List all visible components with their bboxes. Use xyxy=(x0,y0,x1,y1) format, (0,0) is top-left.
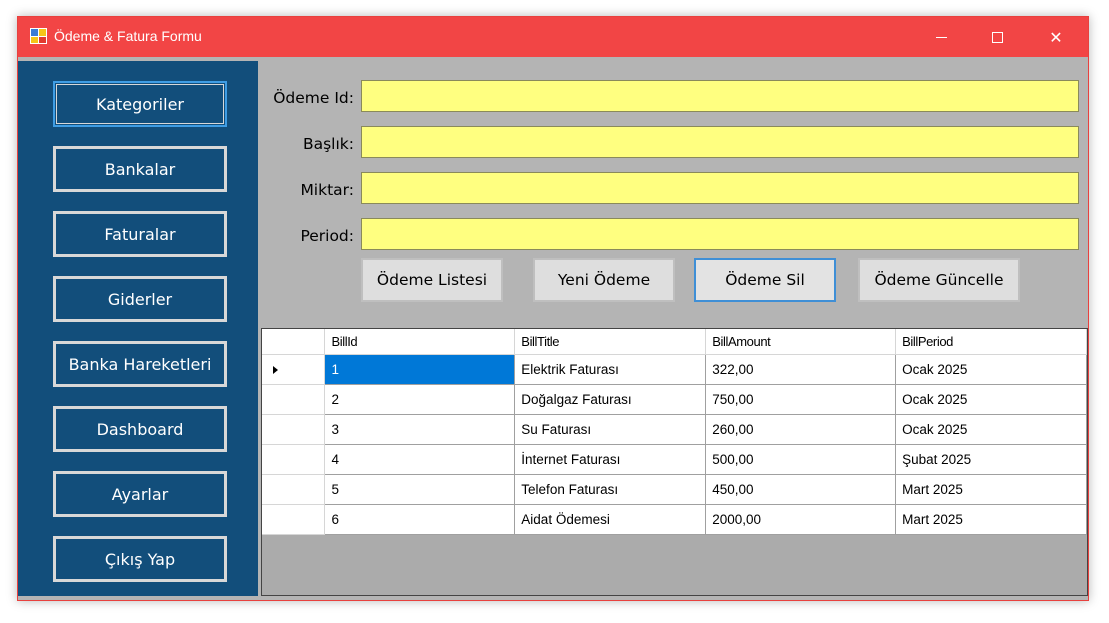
table-row[interactable]: 4 İnternet Faturası 500,00 Şubat 2025 xyxy=(262,444,1087,475)
row-selector[interactable] xyxy=(262,474,326,505)
app-icon xyxy=(30,28,47,44)
column-header-billtitle[interactable]: BillTitle xyxy=(514,329,707,355)
table-cell[interactable]: 322,00 xyxy=(705,354,897,385)
amount-label: Miktar: xyxy=(300,181,354,199)
new-payment-button[interactable]: Yeni Ödeme xyxy=(533,258,675,302)
row-selector[interactable] xyxy=(262,444,326,475)
bills-data-grid[interactable]: BillId BillTitle BillAmount BillPeriod 1… xyxy=(261,328,1088,596)
period-input[interactable] xyxy=(361,218,1079,250)
maximize-icon xyxy=(991,31,1003,43)
table-cell[interactable]: Mart 2025 xyxy=(895,474,1087,505)
nav-button-cikis-yap[interactable]: Çıkış Yap xyxy=(53,536,227,582)
table-cell[interactable]: Ocak 2025 xyxy=(895,384,1087,415)
table-row[interactable]: 6 Aidat Ödemesi 2000,00 Mart 2025 xyxy=(262,504,1087,535)
payment-id-input[interactable] xyxy=(361,80,1079,112)
minimize-button[interactable] xyxy=(918,17,964,57)
app-window: Ödeme & Fatura Formu ✕ Kategoriler Banka… xyxy=(17,16,1089,601)
row-selector[interactable] xyxy=(262,504,326,535)
table-cell[interactable]: 450,00 xyxy=(705,474,897,505)
period-label: Period: xyxy=(300,227,354,245)
table-cell[interactable]: Ocak 2025 xyxy=(895,414,1087,445)
update-payment-button[interactable]: Ödeme Güncelle xyxy=(858,258,1020,302)
close-icon: ✕ xyxy=(1049,27,1063,47)
table-cell[interactable]: Mart 2025 xyxy=(895,504,1087,535)
table-cell[interactable]: Ocak 2025 xyxy=(895,354,1087,385)
bills-table: BillId BillTitle BillAmount BillPeriod 1… xyxy=(262,329,1087,535)
amount-input[interactable] xyxy=(361,172,1079,204)
table-cell[interactable]: 4 xyxy=(324,444,516,475)
nav-button-giderler[interactable]: Giderler xyxy=(53,276,227,322)
table-row[interactable]: 1 Elektrik Faturası 322,00 Ocak 2025 xyxy=(262,354,1087,385)
table-cell[interactable]: Su Faturası xyxy=(514,414,707,445)
table-cell[interactable]: 750,00 xyxy=(705,384,897,415)
nav-button-dashboard[interactable]: Dashboard xyxy=(53,406,227,452)
table-cell[interactable]: Telefon Faturası xyxy=(514,474,707,505)
nav-button-ayarlar[interactable]: Ayarlar xyxy=(53,471,227,517)
table-cell[interactable]: 500,00 xyxy=(705,444,897,475)
table-header-row: BillId BillTitle BillAmount BillPeriod xyxy=(262,329,1087,355)
window-title: Ödeme & Fatura Formu xyxy=(54,28,202,44)
title-label: Başlık: xyxy=(302,135,354,153)
table-cell[interactable]: 1 xyxy=(324,354,516,385)
close-button[interactable]: ✕ xyxy=(1033,17,1079,57)
column-header-billamount[interactable]: BillAmount xyxy=(705,329,897,355)
table-cell[interactable]: Elektrik Faturası xyxy=(514,354,707,385)
table-cell[interactable]: 2000,00 xyxy=(705,504,897,535)
nav-button-bankalar[interactable]: Bankalar xyxy=(53,146,227,192)
column-header-billperiod[interactable]: BillPeriod xyxy=(895,329,1087,355)
row-selector[interactable] xyxy=(262,354,326,385)
table-cell[interactable]: 6 xyxy=(324,504,516,535)
table-cell[interactable]: 260,00 xyxy=(705,414,897,445)
row-selector[interactable] xyxy=(262,384,326,415)
table-row[interactable]: 5 Telefon Faturası 450,00 Mart 2025 xyxy=(262,474,1087,505)
table-cell[interactable]: 2 xyxy=(324,384,516,415)
row-header-corner xyxy=(262,329,326,355)
row-selector[interactable] xyxy=(262,414,326,445)
nav-button-kategoriler[interactable]: Kategoriler xyxy=(53,81,227,127)
title-input[interactable] xyxy=(361,126,1079,158)
delete-payment-button[interactable]: Ödeme Sil xyxy=(694,258,836,302)
table-row[interactable]: 3 Su Faturası 260,00 Ocak 2025 xyxy=(262,414,1087,445)
maximize-button[interactable] xyxy=(974,17,1020,57)
current-row-arrow-icon xyxy=(273,365,278,374)
nav-button-faturalar[interactable]: Faturalar xyxy=(53,211,227,257)
table-cell[interactable]: 5 xyxy=(324,474,516,505)
title-bar[interactable]: Ödeme & Fatura Formu ✕ xyxy=(18,17,1088,57)
payment-id-label: Ödeme Id: xyxy=(273,89,354,107)
column-header-billid[interactable]: BillId xyxy=(324,329,516,355)
table-cell[interactable]: İnternet Faturası xyxy=(514,444,707,475)
table-row[interactable]: 2 Doğalgaz Faturası 750,00 Ocak 2025 xyxy=(262,384,1087,415)
table-cell[interactable]: 3 xyxy=(324,414,516,445)
payment-list-button[interactable]: Ödeme Listesi xyxy=(361,258,503,302)
sidebar: Kategoriler Bankalar Faturalar Giderler … xyxy=(18,61,258,596)
table-cell[interactable]: Şubat 2025 xyxy=(895,444,1087,475)
table-cell[interactable]: Doğalgaz Faturası xyxy=(514,384,707,415)
nav-button-banka-hareketleri[interactable]: Banka Hareketleri xyxy=(53,341,227,387)
minimize-icon xyxy=(935,36,947,38)
table-cell[interactable]: Aidat Ödemesi xyxy=(514,504,707,535)
